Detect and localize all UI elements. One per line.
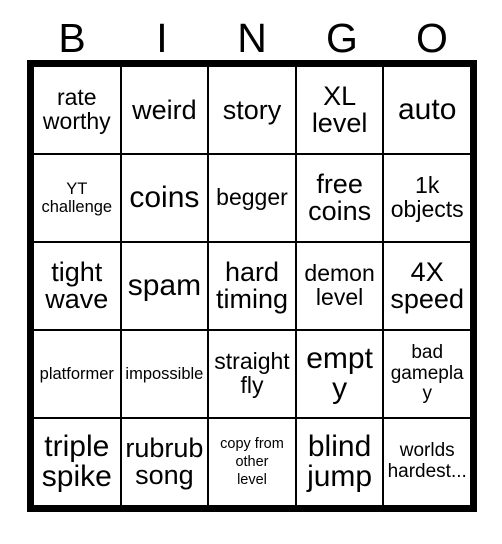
bingo-cell-label: auto <box>397 93 457 126</box>
bingo-cell-label: hard timing <box>215 257 288 314</box>
bingo-card: B I N G O rate worthy weird story XL lev… <box>27 10 477 512</box>
bingo-cell-label: rate worthy <box>42 84 111 134</box>
bingo-cell[interactable]: blind jump <box>294 417 385 507</box>
bingo-cell-label: copy from other level <box>220 435 284 489</box>
bingo-header-letter-b: B <box>58 15 86 61</box>
bingo-cell[interactable]: empty <box>294 329 385 419</box>
bingo-row: tight wave spam hard timing demon level … <box>32 241 472 331</box>
bingo-cell-label: coins <box>129 181 200 214</box>
bingo-cell[interactable]: spam <box>119 241 210 331</box>
bingo-cell[interactable]: story <box>207 65 297 155</box>
bingo-cell[interactable]: weird <box>119 65 210 155</box>
bingo-cell[interactable]: XL level <box>294 65 385 155</box>
bingo-cell-label: rubrub song <box>125 433 204 490</box>
bingo-cell-label: triple spike <box>41 430 112 493</box>
bingo-cell-label: weird <box>132 94 197 125</box>
bingo-header-letter-n: N <box>237 15 267 61</box>
bingo-cell[interactable]: auto <box>382 65 472 155</box>
bingo-header-letter-o: O <box>416 15 448 61</box>
bingo-cell[interactable]: demon level <box>294 241 385 331</box>
bingo-cell-label: empty <box>306 342 373 405</box>
bingo-header-letter-g: G <box>326 15 358 61</box>
bingo-header-row: B I N G O <box>27 10 477 60</box>
bingo-cell[interactable]: triple spike <box>32 417 122 507</box>
bingo-cell-label: story <box>222 94 282 125</box>
bingo-cell[interactable]: rubrub song <box>119 417 210 507</box>
bingo-cell-label: impossible <box>125 364 204 383</box>
bingo-row: triple spike rubrub song copy from other… <box>32 417 472 507</box>
bingo-cell[interactable]: worlds hardest... <box>382 417 472 507</box>
bingo-cell-label: straight fly <box>214 348 290 398</box>
bingo-cell[interactable]: copy from other level <box>207 417 297 507</box>
bingo-cell-label: bad gameplay <box>390 342 464 405</box>
bingo-cell[interactable]: rate worthy <box>32 65 122 155</box>
bingo-cell-label: tight wave <box>45 257 109 314</box>
bingo-cell[interactable]: 1k objects <box>382 153 472 243</box>
bingo-cell[interactable]: 4X speed <box>382 241 472 331</box>
bingo-cell[interactable]: tight wave <box>32 241 122 331</box>
bingo-cell[interactable]: YT challenge <box>32 153 122 243</box>
bingo-cell-label: XL level <box>311 81 368 138</box>
bingo-header-letter-i: I <box>156 15 168 61</box>
bingo-cell[interactable]: free coins <box>294 153 385 243</box>
bingo-cell-label: worlds hardest... <box>387 440 467 482</box>
bingo-cell[interactable]: hard timing <box>207 241 297 331</box>
bingo-cell[interactable]: impossible <box>119 329 210 419</box>
bingo-cell-label: 4X speed <box>390 257 464 314</box>
bingo-cell-label: platformer <box>39 364 114 383</box>
bingo-cell[interactable]: platformer <box>32 329 122 419</box>
bingo-cell-label: spam <box>127 269 202 302</box>
bingo-cell[interactable]: bad gameplay <box>382 329 472 419</box>
bingo-cell[interactable]: begger <box>207 153 297 243</box>
bingo-grid: rate worthy weird story XL level auto YT… <box>27 60 477 512</box>
bingo-row: platformer impossible straight fly empty… <box>32 329 472 419</box>
bingo-cell-label: free coins <box>308 169 372 226</box>
bingo-cell-label: blind jump <box>307 430 373 493</box>
bingo-cell-label: YT challenge <box>41 179 113 216</box>
bingo-cell-label: begger <box>216 184 288 211</box>
bingo-row: YT challenge coins begger free coins 1k … <box>32 153 472 243</box>
bingo-cell-label: 1k objects <box>390 172 464 222</box>
bingo-row: rate worthy weird story XL level auto <box>32 65 472 155</box>
bingo-cell[interactable]: coins <box>119 153 210 243</box>
bingo-cell-label: demon level <box>304 260 375 310</box>
bingo-cell[interactable]: straight fly <box>207 329 297 419</box>
